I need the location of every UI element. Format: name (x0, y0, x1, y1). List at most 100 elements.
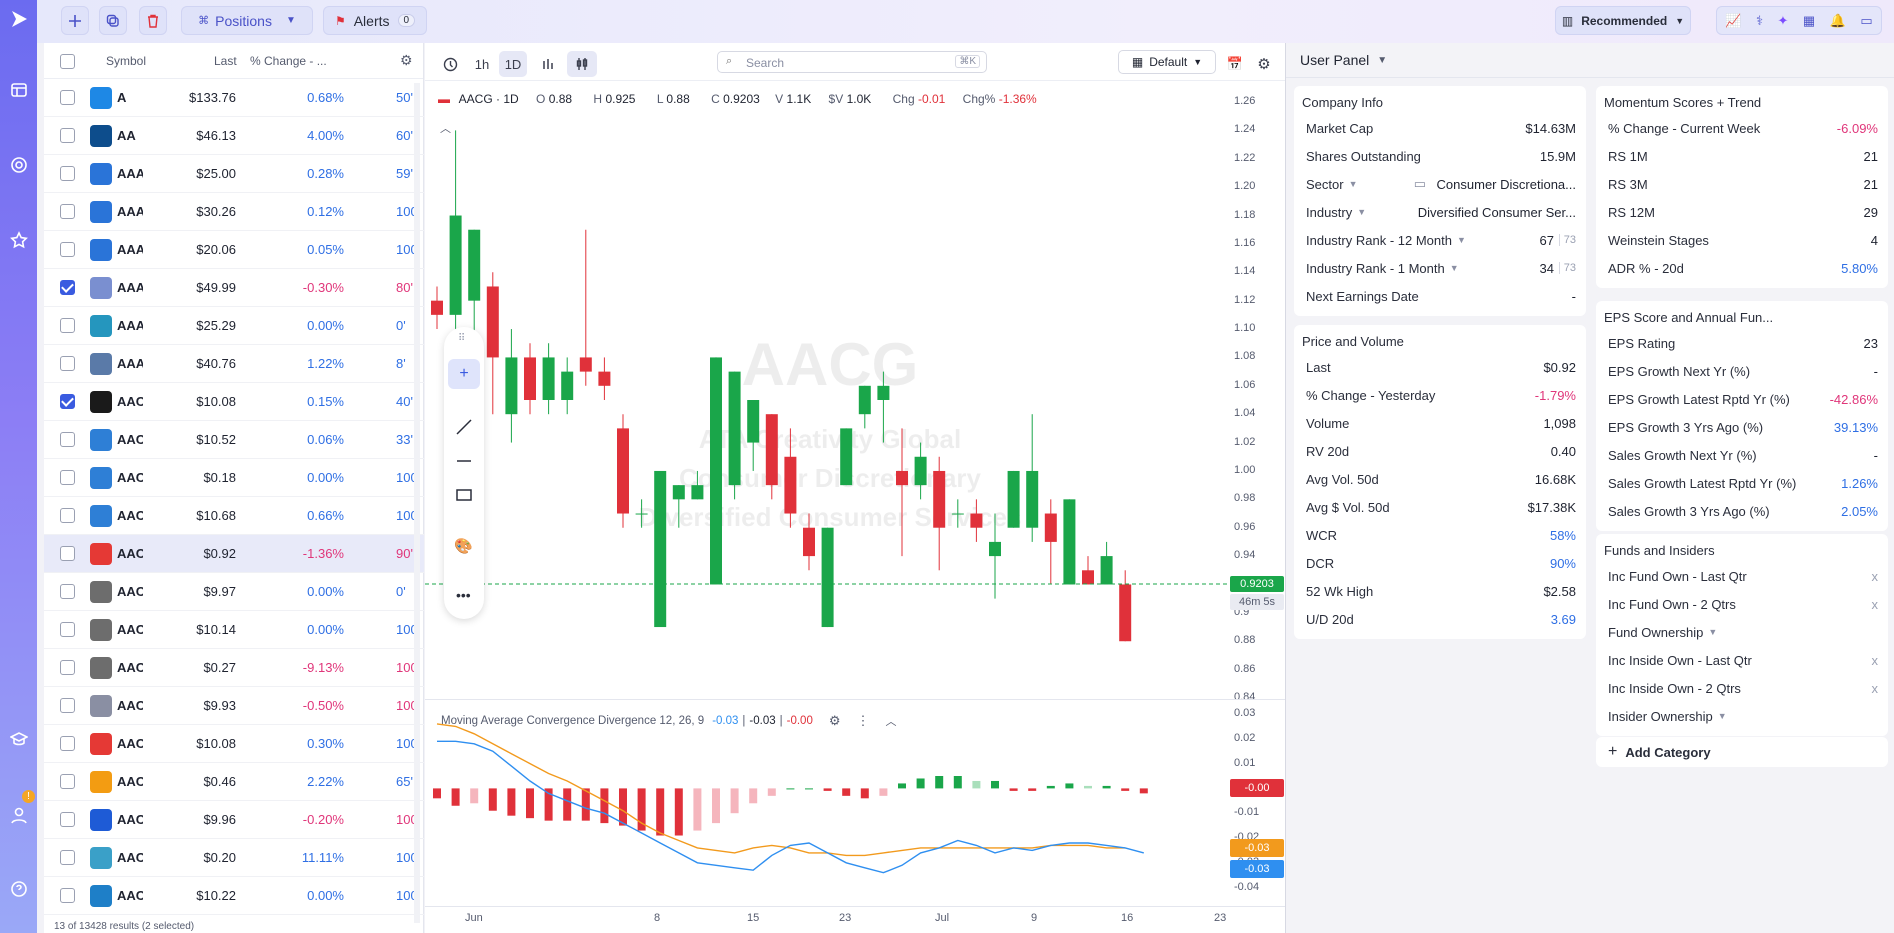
table-row[interactable]: AAC $0.46 2.22% 65' (44, 763, 424, 801)
row-checkbox[interactable] (60, 280, 75, 295)
more-tools-icon[interactable]: ••• (456, 587, 471, 603)
row-checkbox[interactable] (60, 888, 75, 903)
gear-icon[interactable]: ⚙ (400, 52, 413, 69)
chevron-down-icon[interactable]: ▼ (1450, 263, 1459, 273)
company-info-title[interactable]: Company Info (1302, 95, 1383, 110)
star-icon[interactable] (8, 229, 29, 250)
chevron-down-icon[interactable]: ▼ (1708, 627, 1717, 637)
metric-row[interactable]: Sales Growth 3 Yrs Ago (%) 2.05% (1596, 497, 1888, 525)
column-change[interactable]: % Change - ... (250, 54, 348, 68)
chevron-down-icon[interactable]: ▼ (1718, 711, 1727, 721)
scrollbar[interactable] (414, 83, 420, 923)
row-checkbox[interactable] (60, 204, 75, 219)
sparkle-icon[interactable]: ✦ (1777, 13, 1788, 29)
metric-row[interactable]: Insider Ownership ▼ (1596, 702, 1888, 730)
table-row[interactable]: AAC $10.68 0.66% 100' (44, 497, 424, 535)
metric-row[interactable]: RV 20d 0.40 (1294, 437, 1586, 465)
row-checkbox[interactable] (60, 90, 75, 105)
chevron-down-icon[interactable]: ▼ (1457, 235, 1466, 245)
recommended-dropdown[interactable]: ▥ Recommended ▼ (1555, 6, 1691, 35)
row-checkbox[interactable] (60, 774, 75, 789)
palette-icon[interactable]: 🎨 (454, 537, 473, 555)
table-row[interactable]: AAA $49.99 -0.30% 80' (44, 269, 424, 307)
table-row[interactable]: AAC $0.27 -9.13% 100' (44, 649, 424, 687)
metric-row[interactable]: Sales Growth Latest Rptd Yr (%) 1.26% (1596, 469, 1888, 497)
grid-icon[interactable]: ▦ (1803, 13, 1815, 29)
row-checkbox[interactable] (60, 850, 75, 865)
momentum-title[interactable]: Momentum Scores + Trend (1604, 95, 1761, 110)
symbol-search-input[interactable]: ⌕ Search ⌘K (717, 51, 987, 73)
row-checkbox[interactable] (60, 584, 75, 599)
column-symbol[interactable]: Symbol (106, 54, 146, 68)
add-category-button[interactable]: + Add Category (1596, 737, 1888, 767)
table-row[interactable]: AAC $9.97 0.00% 0' (44, 573, 424, 611)
horizontal-line-icon[interactable] (454, 451, 474, 474)
metric-row[interactable]: EPS Growth Next Yr (%) - (1596, 357, 1888, 385)
interval-1h[interactable]: 1h (469, 51, 495, 77)
table-row[interactable]: AAC $0.92 -1.36% 90' (44, 535, 424, 573)
metric-row[interactable]: RS 3M 21 (1596, 170, 1888, 198)
row-checkbox[interactable] (60, 128, 75, 143)
metric-row[interactable]: Next Earnings Date - (1294, 282, 1586, 310)
table-row[interactable]: AAC $0.20 11.11% 100' (44, 839, 424, 877)
row-checkbox[interactable] (60, 660, 75, 675)
metric-row[interactable]: U/D 20d 3.69 (1294, 605, 1586, 633)
table-row[interactable]: A $133.76 0.68% 50' (44, 79, 424, 117)
metric-row[interactable]: % Change - Yesterday -1.79% (1294, 381, 1586, 409)
chevron-down-icon[interactable]: ▼ (1349, 179, 1358, 189)
pane-divider[interactable] (425, 699, 1285, 700)
row-checkbox[interactable] (60, 508, 75, 523)
more-icon[interactable]: ⋮ (857, 713, 870, 729)
metric-row[interactable]: Avg Vol. 50d 16.68K (1294, 465, 1586, 493)
price-volume-title[interactable]: Price and Volume (1302, 334, 1404, 349)
metric-row[interactable]: Weinstein Stages 4 (1596, 226, 1888, 254)
trendline-icon[interactable] (454, 417, 474, 440)
table-row[interactable]: AAC $10.52 0.06% 33' (44, 421, 424, 459)
table-row[interactable]: AAA $30.26 0.12% 100' (44, 193, 424, 231)
indicator-settings-icon[interactable]: ⚙ (829, 713, 841, 729)
bell-icon[interactable]: 🔔 (1830, 13, 1846, 29)
duplicate-button[interactable] (99, 6, 127, 35)
positions-dropdown[interactable]: ⌘ Positions ▼ (181, 6, 313, 35)
metric-row[interactable]: Sales Growth Next Yr (%) - (1596, 441, 1888, 469)
layout-dropdown[interactable]: ▦ Default ▼ (1118, 50, 1216, 74)
delete-button[interactable] (139, 6, 167, 35)
radar-icon[interactable] (8, 154, 29, 175)
metric-row[interactable]: ADR % - 20d 5.80% (1596, 254, 1888, 282)
macd-chart[interactable] (425, 700, 1233, 905)
table-row[interactable]: AAA $25.00 0.28% 59' (44, 155, 424, 193)
help-icon[interactable] (8, 878, 29, 899)
metric-row[interactable]: Market Cap $14.63M (1294, 114, 1586, 142)
row-checkbox[interactable] (60, 546, 75, 561)
table-row[interactable]: AAC $10.08 0.15% 40' (44, 383, 424, 421)
metric-row[interactable]: Volume 1,098 (1294, 409, 1586, 437)
metric-row[interactable]: WCR 58% (1294, 521, 1586, 549)
metric-row[interactable]: RS 1M 21 (1596, 142, 1888, 170)
select-all-checkbox[interactable] (60, 54, 75, 69)
column-last[interactable]: Last (214, 54, 237, 68)
eps-title[interactable]: EPS Score and Annual Fun... (1604, 310, 1773, 325)
row-checkbox[interactable] (60, 394, 75, 409)
collapse-chevron-icon[interactable]: ︿ (886, 713, 897, 729)
crosshair-icon[interactable]: + (448, 359, 480, 389)
clock-icon[interactable] (439, 51, 461, 77)
row-checkbox[interactable] (60, 698, 75, 713)
metric-row[interactable]: Last $0.92 (1294, 353, 1586, 381)
metric-row[interactable]: EPS Rating 23 (1596, 329, 1888, 357)
bar-chart-icon[interactable] (535, 51, 561, 77)
interval-1d[interactable]: 1D (499, 51, 527, 77)
metric-row[interactable]: Sector ▼ ▭ Consumer Discretiona... (1294, 170, 1586, 198)
table-row[interactable]: AAC $0.18 0.00% 100' (44, 459, 424, 497)
table-row[interactable]: AAC $9.93 -0.50% 100' (44, 687, 424, 725)
metric-row[interactable]: Inc Fund Own - Last Qtr x (1596, 562, 1888, 590)
metric-row[interactable]: Industry Rank - 1 Month ▼ 73 34 (1294, 254, 1586, 282)
row-checkbox[interactable] (60, 166, 75, 181)
metric-row[interactable]: 52 Wk High $2.58 (1294, 577, 1586, 605)
line-chart-icon[interactable]: 📈 (1725, 13, 1741, 29)
panel-icon[interactable]: ▭ (1860, 13, 1872, 29)
table-row[interactable]: AAC $10.14 0.00% 100' (44, 611, 424, 649)
user-icon[interactable] (8, 804, 29, 825)
metric-row[interactable]: Industry ▼ Diversified Consumer Ser... (1294, 198, 1586, 226)
table-row[interactable]: AAA $40.76 1.22% 8' (44, 345, 424, 383)
metric-row[interactable]: Industry Rank - 12 Month ▼ 73 67 (1294, 226, 1586, 254)
